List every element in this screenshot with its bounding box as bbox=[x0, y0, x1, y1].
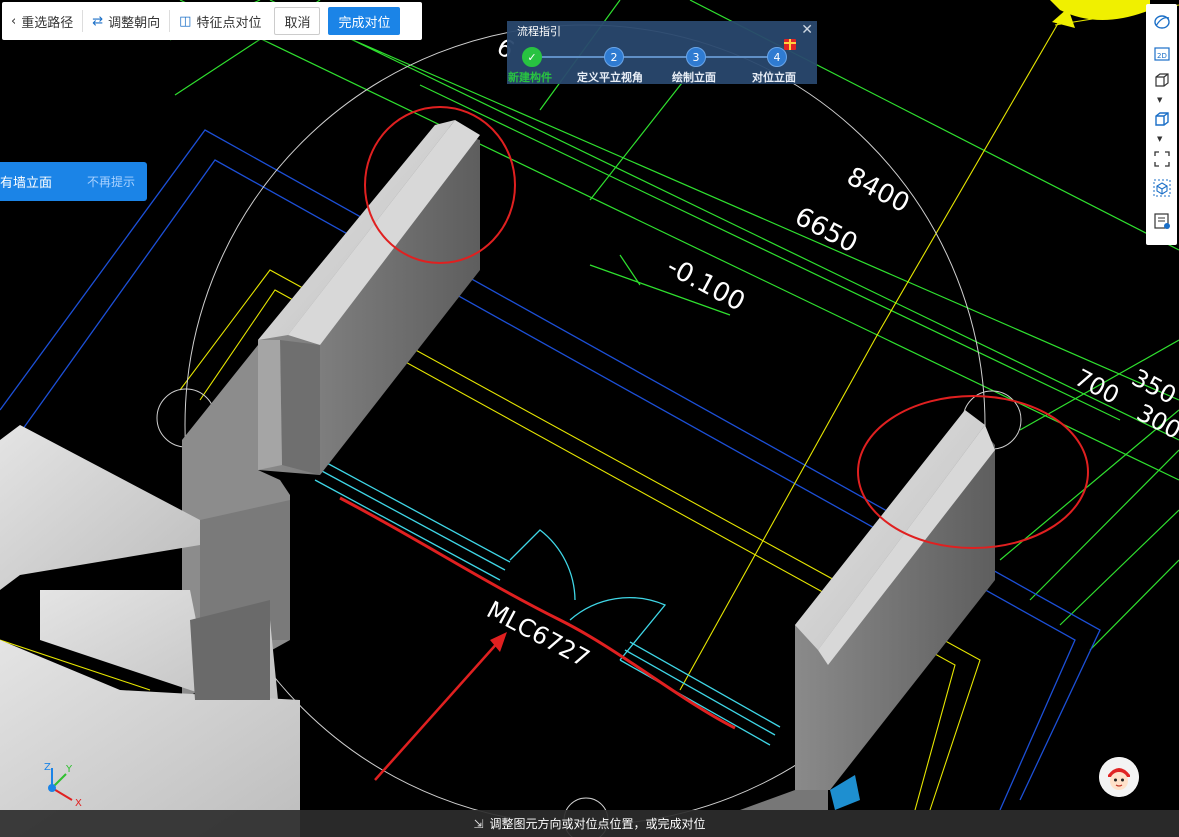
floor-lines bbox=[0, 4, 1179, 811]
chevron-down-icon[interactable]: ▼ bbox=[1157, 96, 1162, 104]
3d-box-icon[interactable] bbox=[1152, 70, 1172, 90]
workflow-guide-title: 流程指引 bbox=[517, 25, 561, 38]
workflow-guide-header: 流程指引 ✕ bbox=[507, 21, 817, 41]
chevron-left-icon: ‹ bbox=[11, 13, 17, 29]
step-3-label[interactable]: 绘制立面 bbox=[672, 69, 716, 85]
step-4-label[interactable]: 对位立面 bbox=[752, 69, 796, 85]
elevation-hint-banner: 有墙立面 不再提示 bbox=[0, 162, 147, 201]
assistant-avatar[interactable] bbox=[1099, 757, 1139, 797]
step-3-marker[interactable]: 3 bbox=[686, 47, 706, 67]
adjust-orientation-label: 调整朝向 bbox=[108, 15, 161, 31]
alignment-toolbar: ‹ 重选路径 ⇄ 调整朝向 ◫ 特征点对位 取消 完成对位 bbox=[2, 2, 422, 40]
3d-box-solid-icon[interactable] bbox=[1152, 109, 1172, 129]
finish-align-button[interactable]: 完成对位 bbox=[328, 7, 401, 35]
2d-icon-label: 2D bbox=[1157, 52, 1167, 60]
step-2-label[interactable]: 定义平立视角 bbox=[577, 69, 643, 85]
scene-svg[interactable]: 8400 6650 -0.100 700 350 300 6 MLC6727 bbox=[0, 0, 1179, 837]
axis-z-label: Z bbox=[44, 762, 51, 773]
adjust-orientation-button[interactable]: ⇄ 调整朝向 bbox=[83, 2, 169, 40]
feature-point-align-label: 特征点对位 bbox=[196, 15, 262, 31]
status-text: 调整图元方向或对位点位置，或完成对位 bbox=[489, 817, 706, 831]
axis-x-label: X bbox=[75, 798, 82, 808]
orbit-icon[interactable] bbox=[1152, 12, 1172, 32]
cube-view-icon[interactable] bbox=[1152, 178, 1172, 198]
feature-point-icon: ◫ bbox=[179, 13, 192, 29]
workflow-progress-line bbox=[533, 56, 783, 58]
chevron-down-icon[interactable]: ▼ bbox=[1157, 135, 1162, 143]
dim-elevation: -0.100 bbox=[662, 252, 750, 318]
wall-right[interactable] bbox=[740, 410, 995, 810]
axis-y-label: Y bbox=[65, 764, 73, 775]
workflow-guide-panel: 流程指引 ✕ ✓ 2 3 4 新建构件 定义平立视角 绘制立面 对位立面 bbox=[507, 21, 817, 84]
dont-show-again-link[interactable]: 不再提示 bbox=[87, 173, 135, 190]
door-symbol[interactable] bbox=[314, 461, 781, 746]
dim-700: 700 bbox=[1070, 364, 1124, 410]
reselect-path-button[interactable]: ‹ 重选路径 bbox=[2, 2, 82, 40]
hint-text: 有墙立面 bbox=[0, 176, 53, 191]
step-1-check-icon[interactable]: ✓ bbox=[522, 47, 542, 67]
swap-arrows-icon: ⇄ bbox=[92, 13, 104, 29]
dim-8400: 8400 bbox=[842, 162, 915, 220]
layer-list-icon[interactable] bbox=[1152, 211, 1172, 231]
close-icon[interactable]: ✕ bbox=[801, 22, 813, 38]
view-toolbar: 2D ▼ ▼ bbox=[1146, 4, 1177, 245]
step-2-marker[interactable]: 2 bbox=[604, 47, 624, 67]
3d-canvas[interactable]: 8400 6650 -0.100 700 350 300 6 MLC6727 Z… bbox=[0, 0, 1179, 837]
fullscreen-icon[interactable] bbox=[1152, 149, 1172, 169]
dim-6650: 6650 bbox=[790, 202, 863, 260]
2d-view-icon[interactable]: 2D bbox=[1152, 44, 1172, 64]
reselect-path-label: 重选路径 bbox=[21, 15, 74, 31]
annotation-arrow bbox=[374, 632, 507, 781]
status-bar: ⇲ 调整图元方向或对位点位置，或完成对位 bbox=[0, 810, 1179, 837]
step-4-marker[interactable]: 4 bbox=[767, 47, 787, 67]
gift-icon[interactable] bbox=[784, 39, 796, 50]
shrink-arrows-icon: ⇲ bbox=[473, 816, 484, 831]
feature-point-align-button[interactable]: ◫ 特征点对位 bbox=[170, 2, 270, 40]
axis-indicator: Z Y X bbox=[44, 762, 82, 808]
step-1-label[interactable]: 新建构件 bbox=[508, 69, 552, 85]
cancel-button[interactable]: 取消 bbox=[274, 7, 321, 35]
dim-300: 300 bbox=[1132, 399, 1179, 445]
